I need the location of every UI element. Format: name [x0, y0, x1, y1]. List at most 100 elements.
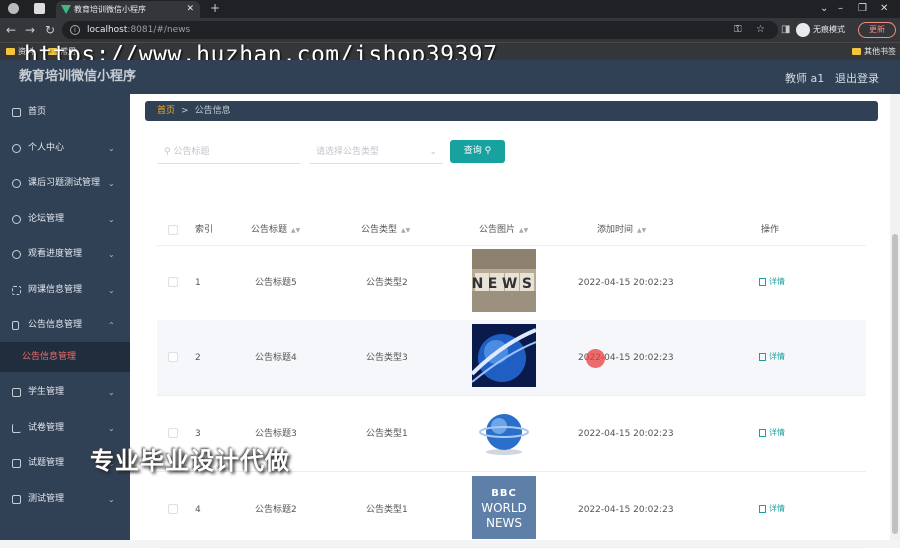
- sidebar-item-home[interactable]: 首页: [0, 95, 130, 130]
- svg-text:BBC: BBC: [491, 488, 517, 499]
- col-time[interactable]: 添加时间 ▲▼: [597, 214, 646, 247]
- sidebar-item-test[interactable]: 测试管理 ⌄: [0, 482, 130, 517]
- table-row: 1 公告标题5 公告类型2 NEWS 2022-04-15 20:02:23 详…: [157, 245, 866, 321]
- chevron-down-icon: ⌄: [108, 250, 115, 259]
- sidebar-panel-icon[interactable]: ◨: [781, 24, 790, 35]
- back-icon[interactable]: ←: [6, 22, 16, 38]
- document-icon: [759, 428, 766, 437]
- chart-icon: [12, 424, 21, 433]
- copy-icon: [12, 459, 21, 468]
- page-scrollbar[interactable]: [890, 94, 900, 540]
- close-window-icon[interactable]: ✕: [880, 0, 888, 17]
- chevron-down-icon: ⌄: [108, 215, 115, 224]
- key-icon[interactable]: ⚿: [734, 21, 742, 39]
- browser-menu-icon[interactable]: [8, 3, 19, 14]
- url-field[interactable]: i localhost:8081/#/news ⚿ ☆: [62, 21, 778, 39]
- notice-image-blue-globe[interactable]: [472, 324, 536, 387]
- update-button[interactable]: 更新: [858, 22, 896, 38]
- chevron-down-icon: ⌄: [108, 144, 115, 153]
- breadcrumb-current: 公告信息: [194, 106, 231, 116]
- notice-title-search-input[interactable]: ⚲ 公告标题: [158, 140, 300, 164]
- url-path: :8081/#/news: [127, 25, 191, 35]
- logout-link[interactable]: 退出登录: [835, 60, 879, 98]
- trash-icon: [12, 495, 21, 504]
- app-title: 教育培训微信小程序: [19, 69, 137, 84]
- notice-image-news-globe[interactable]: [472, 400, 536, 463]
- address-toolbar: ← → ↻ i localhost:8081/#/news ⚿ ☆ ◨ 无痕模式…: [0, 18, 900, 42]
- chevron-down-icon: ⌄: [108, 179, 115, 188]
- notice-type-select[interactable]: 请选择公告类型 ⌄: [310, 140, 443, 164]
- other-bookmarks[interactable]: 其他书签: [852, 43, 896, 60]
- detail-button[interactable]: 详情: [759, 424, 785, 442]
- chevron-down-icon: ⌄: [429, 147, 437, 157]
- svg-text:NEWS: NEWS: [486, 516, 522, 530]
- reload-icon[interactable]: ↻: [45, 22, 55, 38]
- sidebar-item-notice[interactable]: 公告信息管理 ⌃: [0, 308, 130, 343]
- col-title[interactable]: 公告标题 ▲▼: [251, 214, 300, 247]
- chevron-down-icon[interactable]: ⌄: [820, 0, 828, 17]
- detail-button[interactable]: 详情: [759, 273, 785, 291]
- folder-icon: [852, 48, 861, 55]
- new-tab-icon[interactable]: +: [210, 0, 220, 17]
- minimize-icon[interactable]: –: [838, 0, 843, 17]
- notice-image-bbc-world-news[interactable]: BBC WORLD NEWS: [472, 476, 536, 539]
- document-icon: [759, 352, 766, 361]
- site-info-icon[interactable]: i: [70, 25, 80, 35]
- close-tab-icon[interactable]: ✕: [186, 1, 194, 18]
- row-checkbox[interactable]: [168, 428, 178, 438]
- frame-icon: [12, 286, 21, 295]
- select-all-checkbox[interactable]: [168, 225, 178, 235]
- sidebar-item-exercise[interactable]: 课后习题测试管理 ⌄: [0, 166, 130, 201]
- detail-button[interactable]: 详情: [759, 348, 785, 366]
- col-type[interactable]: 公告类型 ▲▼: [361, 214, 410, 247]
- current-user: 教师 a1: [785, 72, 825, 85]
- phone-icon: [12, 321, 19, 330]
- clock-icon: [12, 179, 21, 188]
- user-icon: [12, 250, 21, 259]
- chevron-down-icon: ⌄: [108, 495, 115, 504]
- mail-icon: [12, 388, 21, 397]
- chevron-down-icon: ⌄: [108, 388, 115, 397]
- vue-logo-icon: [61, 5, 71, 14]
- sidebar-item-course[interactable]: 网课信息管理 ⌄: [0, 273, 130, 308]
- table-row: 4 公告标题2 公告类型1 BBC WORLD NEWS 2022-04-15 …: [157, 472, 866, 548]
- tab-search-icon[interactable]: [34, 3, 45, 14]
- sort-icon: ▲▼: [519, 227, 529, 234]
- star-icon[interactable]: ☆: [756, 21, 765, 39]
- search-icon: ⚲: [484, 146, 492, 156]
- detail-button[interactable]: 详情: [759, 500, 785, 518]
- document-icon: [759, 504, 766, 513]
- home-icon: [12, 108, 21, 117]
- row-checkbox[interactable]: [168, 277, 178, 287]
- sidebar-item-personal[interactable]: 个人中心 ⌄: [0, 131, 130, 166]
- sort-icon: ▲▼: [637, 227, 647, 234]
- table-row: 2 公告标题4 公告类型3 2022-04-15 20:02:23 详情: [157, 320, 866, 396]
- table-header: 索引 公告标题 ▲▼ 公告类型 ▲▼ 公告图片 ▲▼ 添加时间 ▲▼ 操作: [157, 214, 866, 246]
- power-icon: [12, 215, 21, 224]
- breadcrumb: 首页 > 公告信息: [145, 101, 878, 121]
- col-image[interactable]: 公告图片 ▲▼: [479, 214, 528, 247]
- sidebar-subitem-notice-management[interactable]: 公告信息管理: [0, 342, 130, 372]
- row-checkbox[interactable]: [168, 504, 178, 514]
- sidebar-item-forum[interactable]: 论坛管理 ⌄: [0, 202, 130, 237]
- incognito-indicator[interactable]: 无痕模式: [796, 21, 845, 39]
- user-icon: [12, 144, 21, 153]
- search-button[interactable]: 查询 ⚲: [450, 140, 505, 163]
- breadcrumb-home[interactable]: 首页: [157, 106, 175, 116]
- overlay-caption: 专业毕业设计代做: [90, 447, 290, 475]
- browser-tab[interactable]: 教育培训微信小程序 ✕: [56, 1, 200, 18]
- incognito-icon: [796, 22, 810, 37]
- sidebar-item-progress[interactable]: 观看进度管理 ⌄: [0, 237, 130, 272]
- document-icon: [759, 277, 766, 286]
- sidebar-item-student[interactable]: 学生管理 ⌄: [0, 375, 130, 410]
- tab-title: 教育培训微信小程序: [74, 5, 146, 14]
- chevron-down-icon: ⌄: [108, 286, 115, 295]
- forward-icon[interactable]: →: [25, 22, 35, 38]
- col-action: 操作: [761, 225, 780, 235]
- restore-icon[interactable]: ❐: [858, 0, 867, 17]
- scrollbar-thumb[interactable]: [892, 234, 898, 534]
- folder-icon: [6, 48, 15, 55]
- notice-image-news-blocks[interactable]: NEWS: [472, 249, 536, 312]
- sort-icon: ▲▼: [401, 227, 411, 234]
- row-checkbox[interactable]: [168, 352, 178, 362]
